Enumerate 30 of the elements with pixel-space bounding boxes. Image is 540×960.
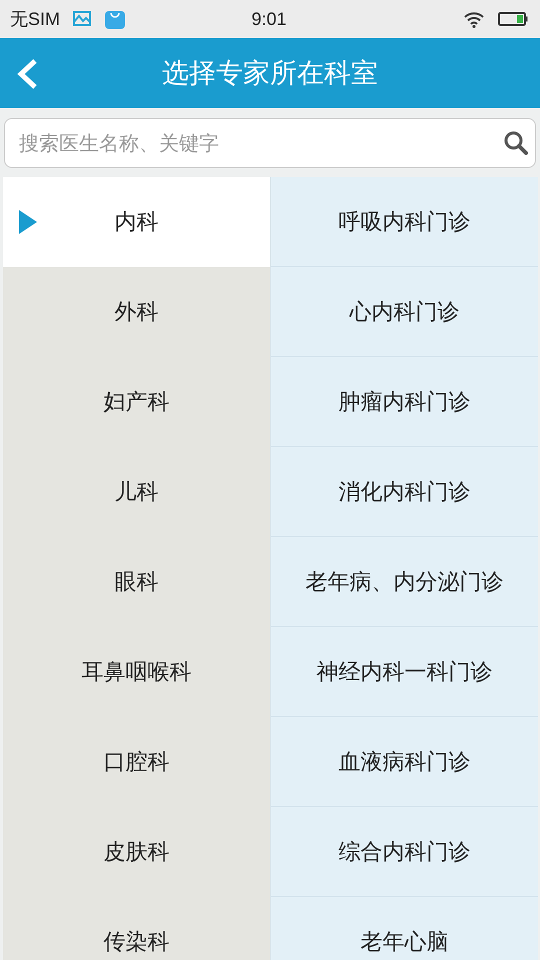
- clock-time: 9:01: [251, 8, 287, 28]
- page-title: 选择专家所在科室: [162, 57, 378, 91]
- clinic-item[interactable]: 呼吸内科门诊: [271, 177, 538, 267]
- department-item[interactable]: 皮肤科: [3, 807, 270, 897]
- search-input[interactable]: 搜索医生名称、关键字: [19, 131, 503, 155]
- department-item[interactable]: 口腔科: [3, 717, 270, 807]
- department-item[interactable]: 妇产科: [3, 357, 270, 447]
- search-icon[interactable]: [503, 130, 529, 156]
- clinic-item[interactable]: 消化内科门诊: [271, 447, 538, 537]
- clinic-item[interactable]: 老年心脑: [271, 897, 538, 960]
- department-item[interactable]: 传染科: [3, 897, 270, 960]
- clinic-item[interactable]: 肿瘤内科门诊: [271, 357, 538, 447]
- clinic-item[interactable]: 心内科门诊: [271, 267, 538, 357]
- clinic-item[interactable]: 老年病、内分泌门诊: [271, 537, 538, 627]
- department-item[interactable]: 儿科: [3, 447, 270, 537]
- pointer-icon: [19, 210, 37, 234]
- clinic-item[interactable]: 神经内科一科门诊: [271, 627, 538, 717]
- department-item[interactable]: 外科: [3, 267, 270, 357]
- department-item[interactable]: 眼科: [3, 537, 270, 627]
- back-icon[interactable]: [16, 58, 38, 90]
- image-icon: [72, 10, 92, 28]
- battery-icon: [498, 12, 528, 26]
- bag-icon: [104, 8, 126, 30]
- wifi-icon: [464, 10, 484, 28]
- search-field[interactable]: 搜索医生名称、关键字: [4, 118, 536, 168]
- clinic-item[interactable]: 血液病科门诊: [271, 717, 538, 807]
- department-item[interactable]: 耳鼻咽喉科: [3, 627, 270, 717]
- department-item[interactable]: 内科: [3, 177, 270, 267]
- carrier-label: 无SIM: [10, 8, 60, 31]
- clinic-item[interactable]: 综合内科门诊: [271, 807, 538, 897]
